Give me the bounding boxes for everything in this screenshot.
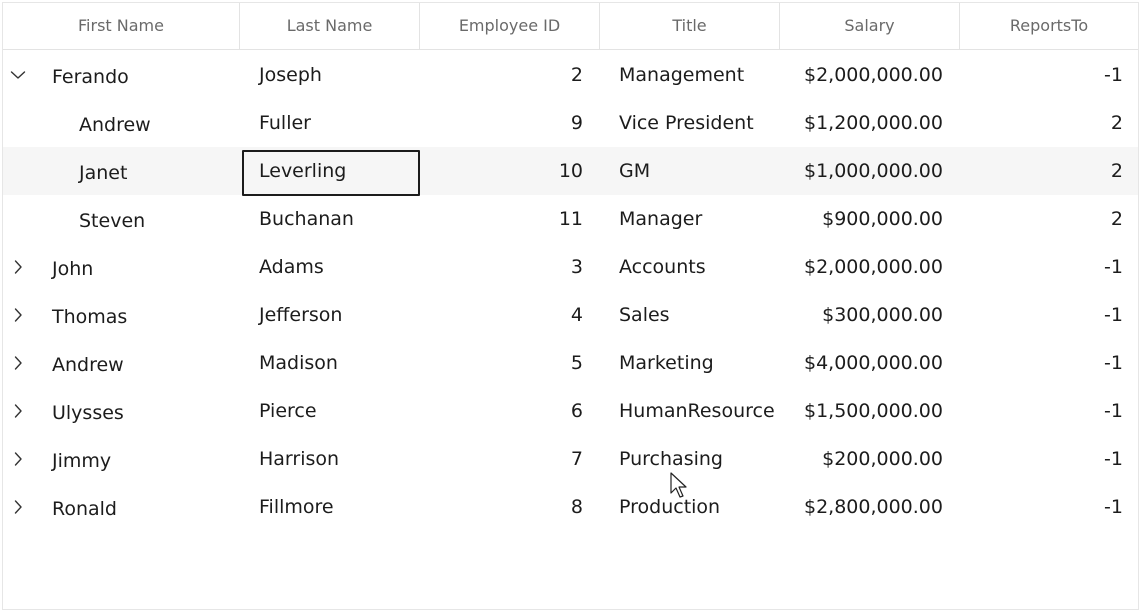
chevron-right-icon[interactable] [9, 243, 27, 291]
column-header-row: First Name Last Name Employee ID Title S… [3, 3, 1138, 50]
table-row[interactable]: John Adams 3 Accounts $2,000,000.00 -1 [3, 243, 1138, 291]
cell-first-name[interactable]: Ferando [52, 51, 240, 99]
header-employee-id[interactable]: Employee ID [420, 3, 600, 49]
cell-reports-to[interactable]: -1 [960, 51, 1123, 99]
cell-reports-to[interactable]: -1 [960, 291, 1123, 339]
cell-title[interactable]: Sales [619, 291, 769, 339]
cell-salary[interactable]: $1,000,000.00 [780, 147, 943, 195]
cell-salary[interactable]: $2,000,000.00 [780, 243, 943, 291]
header-reports-to[interactable]: ReportsTo [960, 3, 1138, 49]
table-row[interactable]: Ulysses Pierce 6 HumanResource $1,500,000.00… [3, 387, 1138, 435]
cell-salary[interactable]: $2,800,000.00 [780, 483, 943, 531]
table-row[interactable]: Andrew Fuller 9 Vice President $1,200,000.00… [3, 99, 1138, 147]
cell-reports-to[interactable]: -1 [960, 435, 1123, 483]
table-row[interactable]: Steven Buchanan 11 Manager $900,000.00 2 [3, 195, 1138, 243]
cell-employee-id[interactable]: 6 [420, 387, 583, 435]
cell-title[interactable]: HumanResource [619, 387, 775, 435]
cell-salary[interactable]: $300,000.00 [780, 291, 943, 339]
cell-title[interactable]: Marketing [619, 339, 769, 387]
cell-last-name[interactable]: Jefferson [259, 291, 419, 339]
cell-reports-to[interactable]: -1 [960, 339, 1123, 387]
cell-last-name[interactable]: Pierce [259, 387, 419, 435]
cell-title[interactable]: Purchasing [619, 435, 769, 483]
cell-salary[interactable]: $4,000,000.00 [780, 339, 943, 387]
cell-title[interactable]: Vice President [619, 99, 769, 147]
cell-first-name[interactable]: Thomas [52, 291, 240, 339]
cell-salary[interactable]: $1,500,000.00 [780, 387, 943, 435]
cell-last-name[interactable]: Buchanan [259, 195, 419, 243]
table-row[interactable]: Jimmy Harrison 7 Purchasing $200,000.00 -1 [3, 435, 1138, 483]
cell-first-name[interactable]: Andrew [79, 99, 240, 147]
chevron-right-icon[interactable] [9, 291, 27, 339]
table-row[interactable]: Ferando Joseph 2 Management $2,000,000.00 -1 [3, 51, 1138, 99]
cell-first-name[interactable]: Andrew [52, 339, 240, 387]
cell-first-name[interactable]: John [52, 243, 240, 291]
cell-employee-id[interactable]: 5 [420, 339, 583, 387]
chevron-right-icon[interactable] [9, 339, 27, 387]
cell-last-name[interactable]: Leverling [259, 147, 419, 195]
cell-last-name[interactable]: Fuller [259, 99, 419, 147]
chevron-down-icon[interactable] [9, 51, 27, 99]
cell-title[interactable]: Manager [619, 195, 769, 243]
cell-reports-to[interactable]: -1 [960, 387, 1123, 435]
cell-salary[interactable]: $200,000.00 [780, 435, 943, 483]
header-first-name[interactable]: First Name [3, 3, 240, 49]
cell-first-name[interactable]: Janet [79, 147, 240, 195]
cell-last-name[interactable]: Fillmore [259, 483, 419, 531]
cell-last-name[interactable]: Harrison [259, 435, 419, 483]
cell-employee-id[interactable]: 8 [420, 483, 583, 531]
tree-grid[interactable]: First Name Last Name Employee ID Title S… [2, 2, 1139, 610]
cell-reports-to[interactable]: 2 [960, 147, 1123, 195]
cell-employee-id[interactable]: 7 [420, 435, 583, 483]
table-row[interactable]: Ronald Fillmore 8 Production $2,800,000.00 -1 [3, 483, 1138, 531]
cell-first-name[interactable]: Ulysses [52, 387, 240, 435]
cell-title[interactable]: Accounts [619, 243, 769, 291]
cell-employee-id[interactable]: 3 [420, 243, 583, 291]
cell-last-name[interactable]: Madison [259, 339, 419, 387]
cell-last-name[interactable]: Adams [259, 243, 419, 291]
cell-employee-id[interactable]: 10 [420, 147, 583, 195]
cell-employee-id[interactable]: 4 [420, 291, 583, 339]
cell-salary[interactable]: $2,000,000.00 [780, 51, 943, 99]
cell-title[interactable]: GM [619, 147, 769, 195]
table-row[interactable]: Janet Leverling 10 GM $1,000,000.00 2 [3, 147, 1138, 195]
table-row[interactable]: Andrew Madison 5 Marketing $4,000,000.00 -1 [3, 339, 1138, 387]
cell-reports-to[interactable]: 2 [960, 99, 1123, 147]
cell-first-name[interactable]: Jimmy [52, 435, 240, 483]
cell-title[interactable]: Production [619, 483, 769, 531]
cell-last-name[interactable]: Joseph [259, 51, 419, 99]
cell-reports-to[interactable]: -1 [960, 243, 1123, 291]
table-row[interactable]: Thomas Jefferson 4 Sales $300,000.00 -1 [3, 291, 1138, 339]
cell-title[interactable]: Management [619, 51, 769, 99]
chevron-right-icon[interactable] [9, 483, 27, 531]
cell-salary[interactable]: $900,000.00 [780, 195, 943, 243]
header-last-name[interactable]: Last Name [240, 3, 420, 49]
mouse-cursor-icon [670, 472, 688, 504]
cell-employee-id[interactable]: 9 [420, 99, 583, 147]
chevron-right-icon[interactable] [9, 387, 27, 435]
header-salary[interactable]: Salary [780, 3, 960, 49]
cell-salary[interactable]: $1,200,000.00 [780, 99, 943, 147]
cell-reports-to[interactable]: 2 [960, 195, 1123, 243]
chevron-right-icon[interactable] [9, 435, 27, 483]
cell-employee-id[interactable]: 2 [420, 51, 583, 99]
header-title[interactable]: Title [600, 3, 780, 49]
cell-first-name[interactable]: Ronald [52, 483, 240, 531]
cell-first-name[interactable]: Steven [79, 195, 240, 243]
cell-employee-id[interactable]: 11 [420, 195, 583, 243]
cell-reports-to[interactable]: -1 [960, 483, 1123, 531]
